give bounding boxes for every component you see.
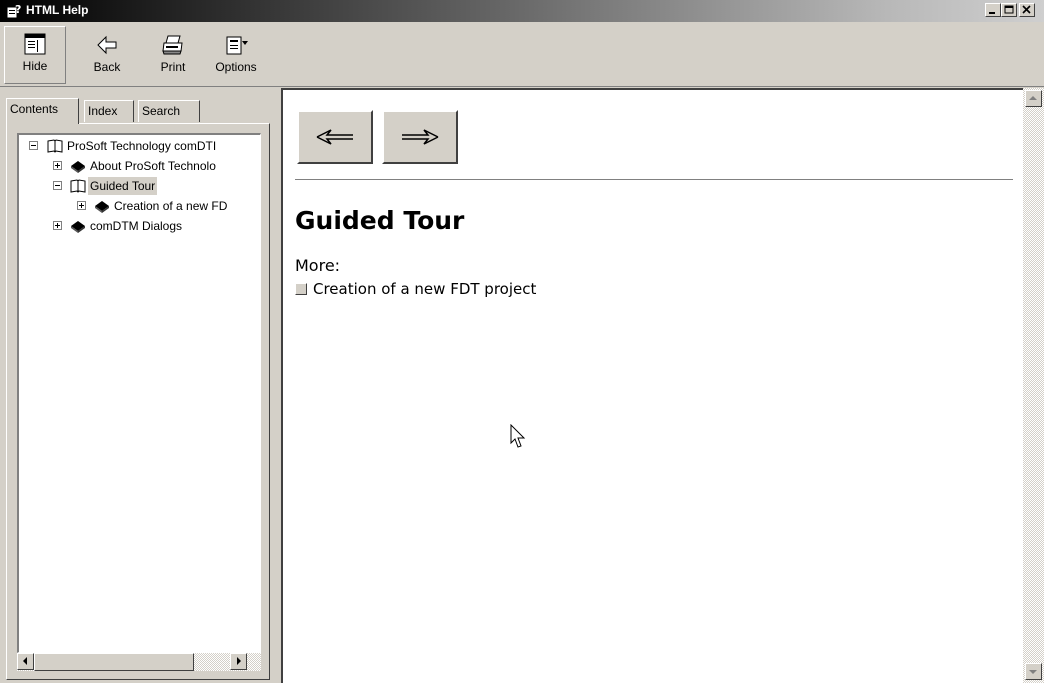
options-button[interactable]: Options bbox=[208, 28, 264, 80]
minimize-button[interactable] bbox=[985, 3, 1001, 17]
double-right-arrow-icon bbox=[402, 129, 439, 145]
related-topic-label: Creation of a new FDT project bbox=[313, 280, 537, 298]
print-button[interactable]: Print bbox=[148, 28, 198, 80]
topic-bullet-icon bbox=[295, 283, 307, 295]
minimize-icon bbox=[989, 12, 995, 14]
hide-button[interactable]: Hide bbox=[4, 26, 66, 84]
tree-horizontal-scrollbar[interactable] bbox=[17, 653, 261, 671]
contents-tree[interactable]: ProSoft Technology comDTI About ProSoft … bbox=[17, 133, 261, 653]
tab-contents[interactable]: Contents bbox=[6, 98, 79, 124]
collapse-icon[interactable] bbox=[29, 141, 38, 150]
tree-item-label: Creation of a new FD bbox=[114, 199, 228, 213]
scroll-up-button[interactable] bbox=[1025, 90, 1042, 107]
collapse-icon[interactable] bbox=[53, 181, 62, 190]
tab-index[interactable]: Index bbox=[84, 100, 134, 122]
up-arrow-icon bbox=[1029, 96, 1037, 100]
hide-icon bbox=[24, 33, 46, 55]
divider bbox=[295, 179, 1013, 180]
expand-icon[interactable] bbox=[53, 161, 62, 170]
topic-content-pane: Guided Tour More: Creation of a new FDT … bbox=[281, 88, 1023, 683]
previous-topic-button[interactable] bbox=[297, 110, 373, 164]
expand-icon[interactable] bbox=[53, 221, 62, 230]
options-icon bbox=[226, 36, 248, 55]
back-arrow-icon bbox=[97, 35, 117, 55]
open-book-icon bbox=[70, 179, 86, 193]
title-bar[interactable]: ? HTML Help bbox=[0, 0, 1044, 22]
printer-icon bbox=[162, 35, 183, 55]
double-left-arrow-icon bbox=[316, 129, 353, 145]
print-label: Print bbox=[160, 60, 186, 74]
tree-item-label: About ProSoft Technolo bbox=[90, 159, 216, 173]
tree-item-label: comDTM Dialogs bbox=[90, 219, 183, 233]
scroll-left-button[interactable] bbox=[17, 653, 34, 670]
content-vertical-scrollbar[interactable] bbox=[1023, 88, 1044, 683]
expand-icon[interactable] bbox=[77, 201, 86, 210]
more-label: More: bbox=[295, 256, 341, 275]
page-title: Guided Tour bbox=[295, 206, 465, 235]
help-icon: ? bbox=[6, 3, 21, 19]
scroll-thumb[interactable] bbox=[34, 653, 194, 671]
closed-book-icon bbox=[71, 161, 85, 173]
tab-search[interactable]: Search bbox=[138, 100, 200, 122]
hide-label: Hide bbox=[22, 59, 48, 73]
window-title: HTML Help bbox=[26, 3, 89, 17]
html-help-window: ? HTML Help Hide Back Print Options Cont… bbox=[0, 0, 1044, 683]
tree-item-label: Guided Tour bbox=[88, 177, 158, 195]
scroll-right-button[interactable] bbox=[230, 653, 247, 670]
back-label: Back bbox=[93, 60, 121, 74]
svg-text:?: ? bbox=[15, 3, 21, 16]
options-label: Options bbox=[215, 60, 257, 74]
back-button[interactable]: Back bbox=[82, 28, 132, 80]
pane-splitter[interactable] bbox=[273, 87, 281, 683]
right-arrow-icon bbox=[237, 657, 241, 665]
left-arrow-icon bbox=[23, 657, 27, 665]
toolbar: Hide Back Print Options bbox=[0, 22, 1044, 87]
closed-book-icon bbox=[95, 201, 109, 213]
down-arrow-icon bbox=[1029, 670, 1037, 674]
open-book-icon bbox=[47, 139, 63, 153]
tree-item-label: ProSoft Technology comDTI bbox=[67, 139, 217, 153]
closed-book-icon bbox=[71, 221, 85, 233]
mouse-pointer-icon bbox=[510, 424, 526, 448]
next-topic-button[interactable] bbox=[382, 110, 458, 164]
scroll-down-button[interactable] bbox=[1025, 663, 1042, 680]
close-icon bbox=[1022, 5, 1031, 14]
maximize-icon bbox=[1004, 5, 1014, 14]
maximize-button[interactable] bbox=[1001, 3, 1017, 17]
close-button[interactable] bbox=[1019, 3, 1035, 17]
